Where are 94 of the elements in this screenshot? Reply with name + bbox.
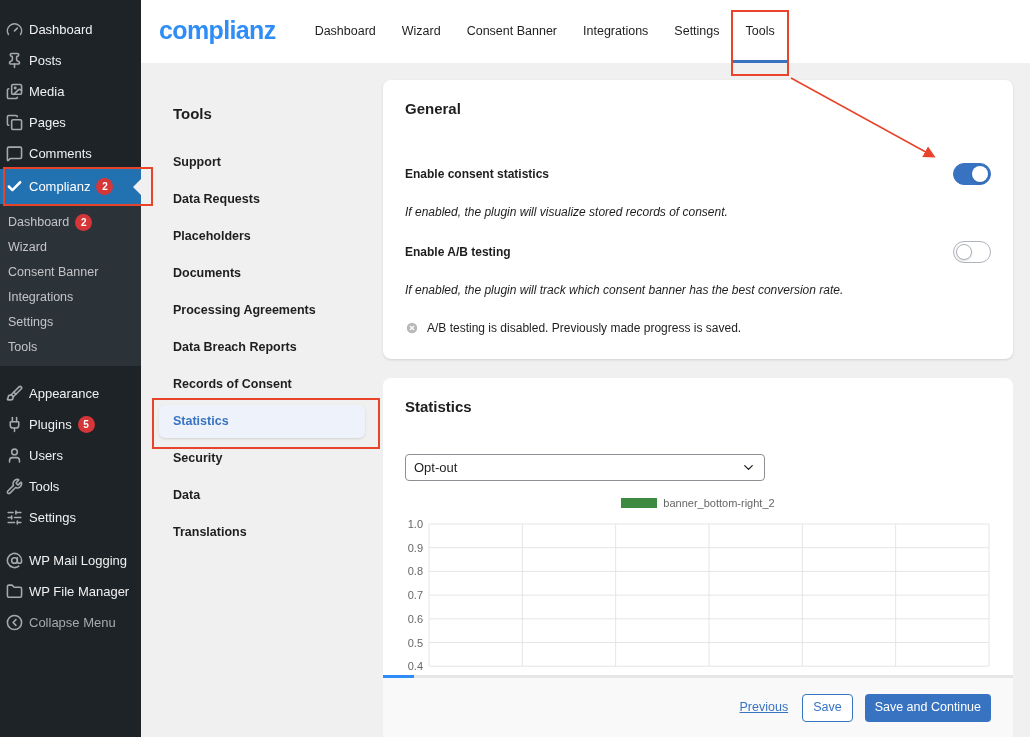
nav-tab[interactable]: Wizard — [388, 0, 454, 63]
tools-menu-item[interactable]: Statistics — [159, 404, 365, 438]
notice-text: A/B testing is disabled. Previously made progress is saved. — [427, 319, 742, 337]
sidebar-item[interactable]: Dashboard — [0, 14, 141, 45]
tools-menu-item[interactable]: Translations — [159, 515, 365, 549]
sidebar-item[interactable]: Appearance — [0, 378, 141, 409]
nav-tab[interactable]: Dashboard — [301, 0, 389, 63]
sidebar-label: Posts — [29, 51, 62, 70]
card-title: Statistics — [405, 396, 473, 417]
sidebar-item[interactable]: WP Mail Logging — [0, 545, 141, 576]
progress-indicator — [383, 675, 414, 678]
nav-tab[interactable]: Integrations — [570, 0, 662, 63]
nav-tab[interactable]: Consent Banner — [453, 0, 571, 63]
sidebar-item[interactable]: Media — [0, 76, 141, 107]
plug-icon — [6, 416, 23, 433]
sidebar-label: Pages — [29, 113, 66, 132]
sidebar-label: Tools — [29, 477, 60, 496]
card-title: General — [405, 99, 462, 119]
axis-tick-label: 0.6 — [407, 612, 423, 625]
setting-label: Enable consent statistics — [405, 165, 550, 183]
tools-menu-item[interactable]: Records of Consent — [159, 367, 365, 401]
pages-icon — [6, 114, 23, 131]
help-text: If enabled, the plugin will track which consent banner has the best conversion rate. — [405, 281, 845, 299]
sidebar-item[interactable]: Complianz 2 — [0, 169, 141, 204]
sidebar-item[interactable]: WP File Manager — [0, 576, 141, 607]
sidebar-label: Dashboard — [29, 20, 93, 39]
wrench-icon — [6, 478, 23, 495]
tools-menu-item[interactable]: Support — [159, 145, 365, 179]
collapse-icon — [6, 614, 23, 631]
previous-link[interactable]: Previous — [737, 698, 791, 717]
submenu-item[interactable]: Dashboard 2 — [0, 210, 141, 235]
sidebar-label: Users — [29, 446, 63, 465]
help-text: If enabled, the plugin will visualize stored records of consent. — [405, 203, 729, 221]
count-badge: 2 — [96, 178, 114, 195]
images-icon — [6, 83, 23, 100]
sidebar-label: Appearance — [29, 384, 100, 403]
sidebar-label: WP File Manager — [29, 582, 130, 601]
tools-menu-item[interactable]: Placeholders — [159, 219, 365, 253]
setting-label: Enable A/B testing — [405, 243, 511, 261]
user-icon — [6, 447, 23, 464]
sidebar-label: WP Mail Logging — [29, 551, 128, 570]
toggle-switch[interactable] — [953, 162, 991, 185]
sidebar-item[interactable]: Settings — [0, 502, 141, 533]
nav-tab[interactable]: Settings — [661, 0, 733, 63]
tools-menu-item[interactable]: Security — [159, 441, 365, 475]
brush-icon — [6, 385, 23, 402]
sidebar-label: Settings — [29, 508, 76, 527]
submenu-item[interactable]: Tools — [0, 335, 141, 360]
submenu-item[interactable]: Settings — [0, 310, 141, 335]
tools-menu-item[interactable]: Processing Agreements — [159, 293, 365, 327]
save-button[interactable]: Save — [802, 693, 853, 722]
sidebar-label: Media — [29, 82, 65, 101]
primary-button[interactable]: Save and Continue — [864, 693, 991, 722]
sidebar-item[interactable]: Comments — [0, 138, 141, 169]
folder-icon — [6, 583, 23, 600]
sidebar-item[interactable]: Pages — [0, 107, 141, 138]
tools-menu-item[interactable]: Data Breach Reports — [159, 330, 365, 364]
tools-menu-item[interactable]: Data — [159, 478, 365, 512]
sidebar-item[interactable]: Collapse Menu — [0, 607, 141, 638]
sliders-icon — [6, 509, 23, 526]
axis-tick-label: 0.4 — [407, 659, 423, 672]
submenu-item[interactable]: Consent Banner — [0, 260, 141, 285]
logo: complianz — [159, 14, 276, 46]
sidebar-item[interactable]: Users — [0, 440, 141, 471]
pin-icon — [6, 52, 23, 69]
sidebar-label: Complianz — [29, 177, 91, 196]
menu-title: Tools — [172, 104, 213, 124]
sidebar-item[interactable]: Plugins 5 — [0, 409, 141, 440]
sidebar-item[interactable]: Posts — [0, 45, 141, 76]
axis-tick-label: 1.0 — [407, 517, 423, 530]
toggle-switch[interactable] — [953, 240, 991, 263]
dropdown[interactable]: Opt-out — [405, 454, 765, 481]
count-badge: 5 — [77, 416, 95, 433]
sidebar-item[interactable]: Tools — [0, 471, 141, 502]
axis-tick-label: 0.5 — [407, 636, 423, 648]
count-badge: 2 — [75, 214, 93, 231]
sidebar-label: Collapse Menu — [29, 613, 116, 632]
current-pointer — [133, 179, 141, 195]
sidebar-label: Comments — [29, 144, 92, 163]
axis-tick-label: 0.8 — [407, 564, 423, 577]
axis-tick-label: 0.9 — [407, 541, 423, 554]
gauge-icon — [6, 21, 23, 38]
submenu-item[interactable]: Integrations — [0, 285, 141, 310]
speech-bubble-icon — [6, 145, 23, 162]
submenu-item[interactable]: Wizard — [0, 235, 141, 260]
at-sign-icon — [6, 552, 23, 569]
nav-tab[interactable]: Tools — [732, 0, 788, 63]
highlight-frame — [730, 10, 789, 76]
disabled-icon — [405, 320, 419, 335]
sidebar-label: Plugins — [29, 415, 72, 434]
tools-menu-item[interactable]: Data Requests — [159, 182, 365, 216]
axis-tick-label: 0.7 — [407, 588, 423, 601]
tools-menu-item[interactable]: Documents — [159, 256, 365, 290]
legend-label: banner_bottom-right_2 — [663, 496, 775, 511]
